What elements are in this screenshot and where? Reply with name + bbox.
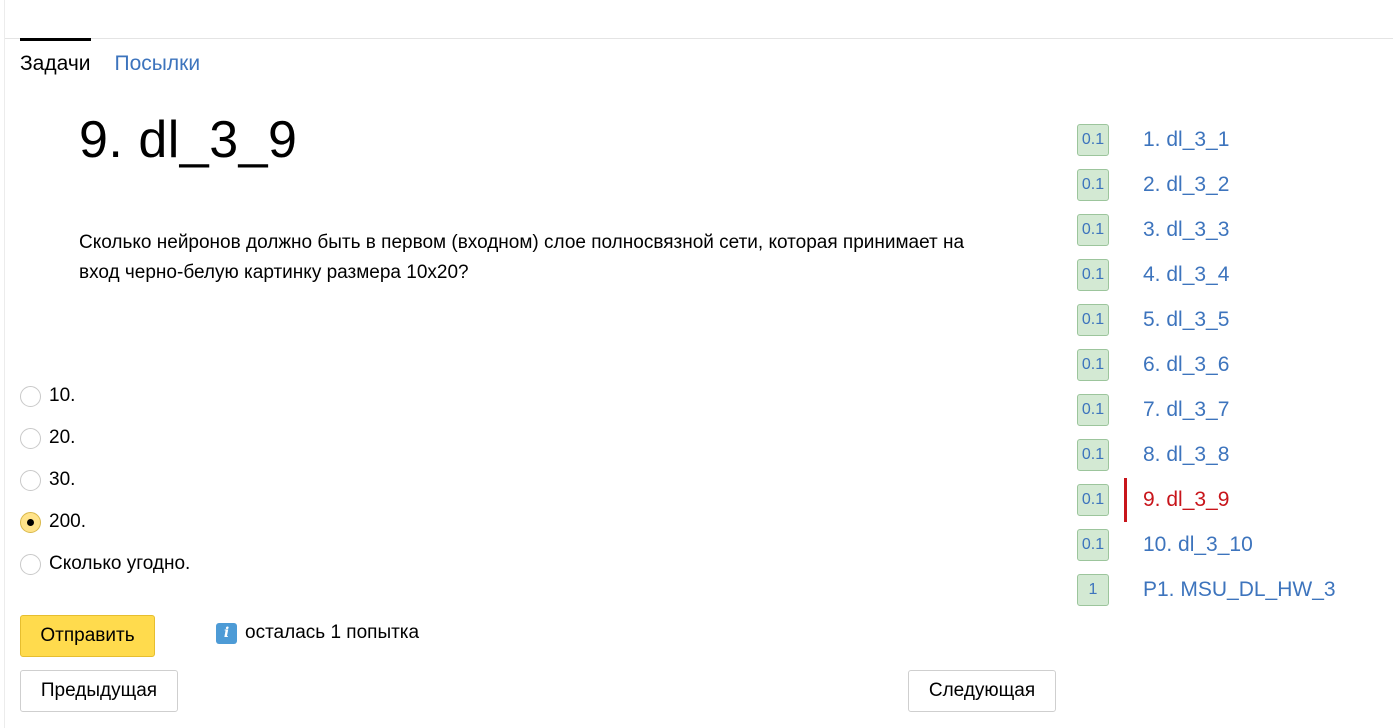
next-button[interactable]: Следующая [908,670,1056,712]
problem-title: 9. dl_3_9 [79,111,298,169]
option-label: 30. [49,469,76,490]
problem-list-item[interactable]: 0.1 6. dl_3_6 [1077,342,1336,387]
problem-link[interactable]: 2. dl_3_2 [1143,173,1229,197]
problem-link[interactable]: 3. dl_3_3 [1143,218,1229,242]
problem-list-item[interactable]: 0.1 10. dl_3_10 [1077,522,1336,567]
attempts-remaining: i осталась 1 попытка [216,622,419,644]
score-badge: 0.1 [1077,303,1109,336]
tabs: Задачи Посылки [20,38,200,82]
score-badge: 0.1 [1077,483,1109,516]
tab-submissions[interactable]: Посылки [115,38,201,82]
tab-problems[interactable]: Задачи [20,38,91,82]
score-badge: 0.1 [1077,393,1109,426]
radio-button[interactable] [20,469,41,491]
option-label: 10. [49,385,76,406]
score-badge: 0.1 [1077,168,1109,201]
problem-list: 0.1 1. dl_3_1 0.1 2. dl_3_2 0.1 3. dl_3_… [1077,117,1336,612]
problem-link[interactable]: 9. dl_3_9 [1143,488,1229,512]
radio-button[interactable] [20,427,41,449]
option-label: Сколько угодно. [49,553,191,574]
problem-link[interactable]: 7. dl_3_7 [1143,398,1229,422]
attempts-text: осталась 1 попытка [245,622,420,643]
radio-button[interactable] [20,385,41,407]
score-badge: 1 [1077,573,1109,606]
problem-list-item[interactable]: 0.1 3. dl_3_3 [1077,207,1336,252]
option-1[interactable]: 20. [20,417,190,459]
problem-link[interactable]: 5. dl_3_5 [1143,308,1229,332]
option-2[interactable]: 30. [20,459,190,501]
option-label: 20. [49,427,76,448]
previous-button[interactable]: Предыдущая [20,670,178,712]
problem-list-item[interactable]: 0.1 4. dl_3_4 [1077,252,1336,297]
option-3[interactable]: 200. [20,501,190,543]
problem-list-item[interactable]: 0.1 2. dl_3_2 [1077,162,1336,207]
option-label: 200. [49,511,86,532]
answer-options: 10. 20. 30. 200. Сколько угодно. [20,375,190,585]
problem-link[interactable]: 6. dl_3_6 [1143,353,1229,377]
problem-link[interactable]: 8. dl_3_8 [1143,443,1229,467]
score-badge: 0.1 [1077,258,1109,291]
score-badge: 0.1 [1077,213,1109,246]
problem-list-item[interactable]: 1 P1. MSU_DL_HW_3 [1077,567,1336,612]
top-bar [5,0,1393,39]
problem-list-item[interactable]: 0.1 1. dl_3_1 [1077,117,1336,162]
option-0[interactable]: 10. [20,375,190,417]
score-badge: 0.1 [1077,123,1109,156]
info-icon: i [216,622,237,644]
problem-list-item[interactable]: 0.1 5. dl_3_5 [1077,297,1336,342]
problem-link[interactable]: P1. MSU_DL_HW_3 [1143,578,1336,602]
problem-link[interactable]: 10. dl_3_10 [1143,533,1253,557]
problem-link[interactable]: 1. dl_3_1 [1143,128,1229,152]
radio-button-checked[interactable] [20,511,41,533]
radio-button[interactable] [20,553,41,575]
score-badge: 0.1 [1077,438,1109,471]
problem-statement: Сколько нейронов должно быть в первом (в… [79,232,965,283]
left-border [4,0,5,728]
submit-button[interactable]: Отправить [20,615,155,657]
problem-list-item[interactable]: 0.1 7. dl_3_7 [1077,387,1336,432]
score-badge: 0.1 [1077,528,1109,561]
problem-list-item[interactable]: 0.1 8. dl_3_8 [1077,432,1336,477]
problem-list-item-current[interactable]: 0.1 9. dl_3_9 [1077,477,1336,522]
option-4[interactable]: Сколько угодно. [20,543,190,585]
score-badge: 0.1 [1077,348,1109,381]
problem-link[interactable]: 4. dl_3_4 [1143,263,1229,287]
